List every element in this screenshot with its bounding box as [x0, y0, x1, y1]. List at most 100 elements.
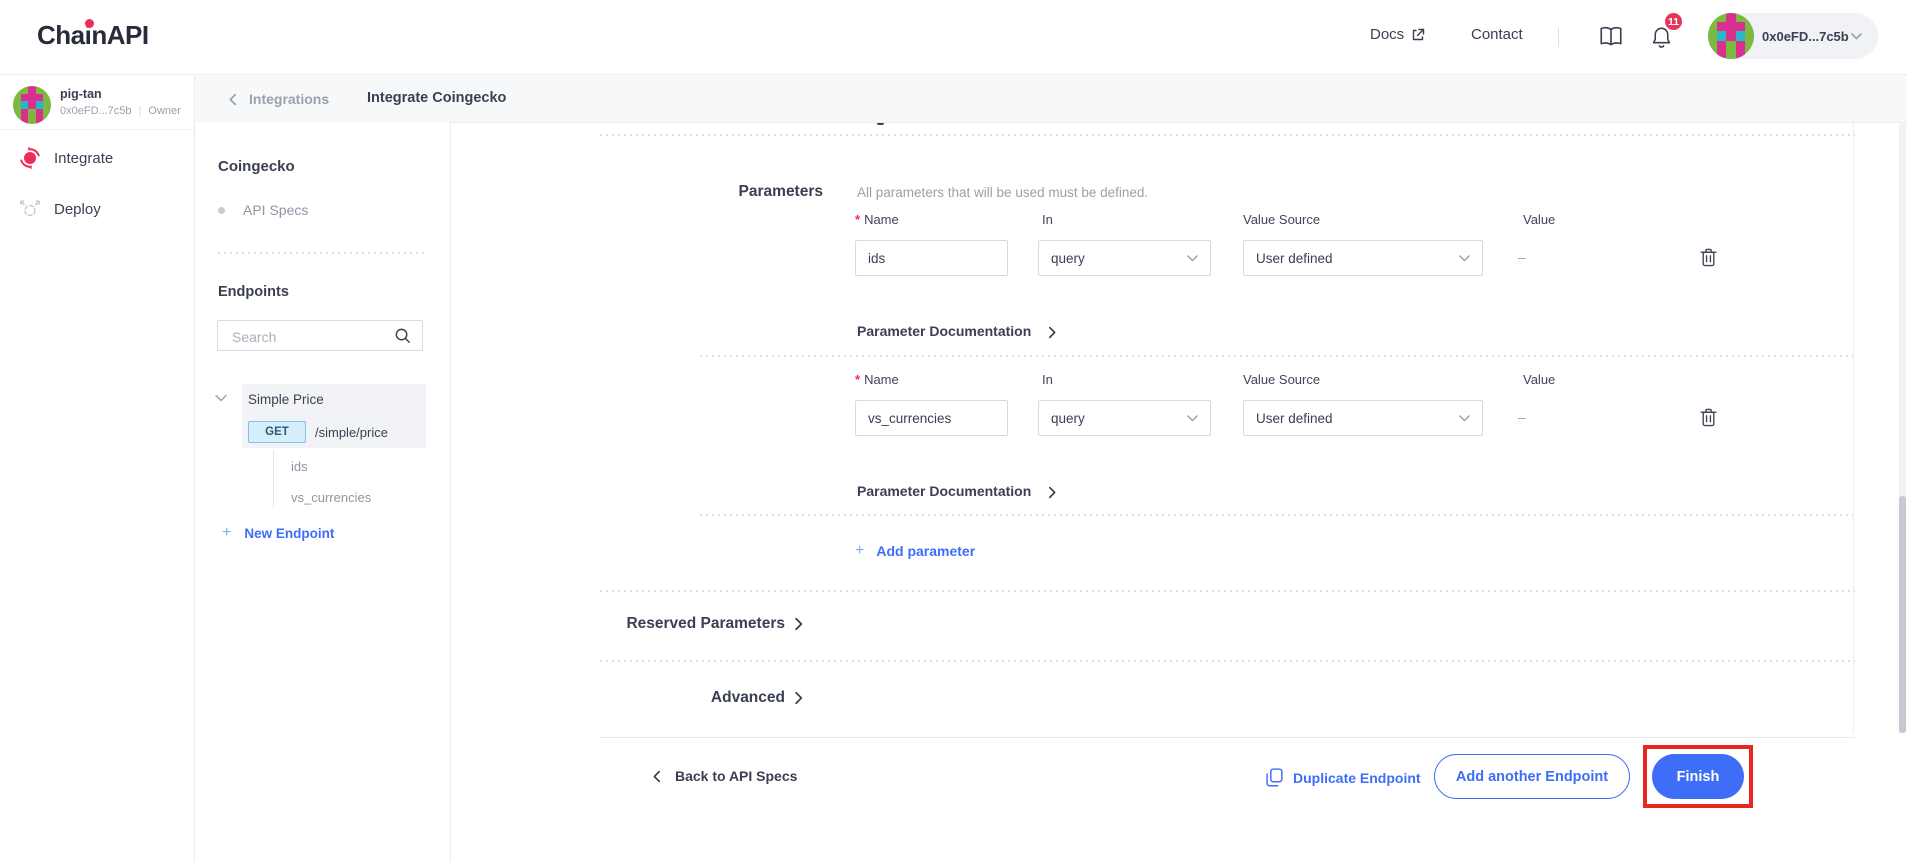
bullet-icon: [218, 207, 225, 214]
content-right-border: [1853, 122, 1854, 733]
chevron-down-icon: [1187, 415, 1198, 422]
sidebar-item-integrate-label: Integrate: [54, 150, 113, 167]
chevron-down-icon: [1851, 33, 1862, 40]
sidebar-divider: [0, 129, 194, 130]
user-separator: |: [139, 105, 142, 117]
value-source-column-label: Value Source: [1243, 212, 1320, 227]
tree-item-param[interactable]: vs_currencies: [291, 490, 371, 505]
header-divider: [1558, 28, 1559, 47]
breadcrumb: Integrations Integrate Coingecko: [194, 74, 1907, 123]
value-column-label: Value: [1523, 372, 1555, 387]
contact-link[interactable]: Contact: [1471, 26, 1523, 43]
chevron-right-icon: [1048, 326, 1057, 339]
api-specs-link[interactable]: API Specs: [218, 202, 308, 218]
advanced-toggle[interactable]: Advanced: [600, 689, 785, 707]
param-value-placeholder: –: [1518, 249, 1526, 265]
user-name: pig-tan: [60, 87, 102, 101]
tree-guide-line: [273, 450, 274, 507]
notification-badge: 11: [1663, 11, 1684, 32]
new-endpoint-button[interactable]: + New Endpoint: [222, 524, 334, 542]
sidebar-item-deploy-label: Deploy: [54, 201, 101, 218]
chevron-down-icon: [1459, 415, 1470, 422]
chevron-left-icon: [652, 770, 661, 783]
parameter-documentation-toggle[interactable]: Parameter Documentation: [857, 323, 1031, 339]
endpoints-heading: Endpoints: [218, 284, 289, 300]
name-column-label: * Name: [855, 372, 899, 387]
endpoint-group-label[interactable]: Simple Price: [248, 392, 324, 407]
back-to-api-specs-link[interactable]: Back to API Specs: [652, 768, 797, 784]
parameters-section-title: Parameters: [700, 183, 823, 201]
in-column-label: In: [1042, 212, 1053, 227]
required-mark: *: [855, 212, 860, 227]
breadcrumb-back[interactable]: Integrations: [228, 91, 329, 107]
plus-icon: +: [222, 524, 231, 542]
integration-title: Coingecko: [218, 158, 295, 175]
param-in-select[interactable]: query: [1038, 400, 1211, 436]
param-value-source-select[interactable]: User defined: [1243, 240, 1483, 276]
method-badge[interactable]: GET: [248, 421, 306, 443]
avatar: [13, 86, 51, 124]
duplicate-endpoint-button[interactable]: Duplicate Endpoint: [1266, 768, 1421, 787]
plus-icon: +: [855, 542, 864, 560]
top-header: ChainAPI Docs Contact 11 0x0eFD...7c5b: [0, 0, 1907, 75]
add-another-endpoint-button[interactable]: Add another Endpoint: [1434, 754, 1630, 799]
section-dotted-divider: [600, 590, 1855, 592]
param-name-input[interactable]: [855, 400, 1008, 436]
deploy-icon: [17, 195, 43, 221]
search-input[interactable]: [230, 325, 384, 348]
sidebar-item-integrate[interactable]: Integrate: [0, 136, 194, 184]
new-endpoint-label: New Endpoint: [244, 526, 334, 541]
user-address: 0x0eFD...7c5b: [60, 105, 132, 117]
wallet-menu[interactable]: 0x0eFD...7c5b: [1708, 13, 1878, 59]
integrate-icon: [16, 144, 44, 172]
back-to-api-specs-label: Back to API Specs: [675, 768, 797, 784]
scrollbar-thumb[interactable]: [1899, 496, 1906, 733]
scrollbar-track: [1899, 122, 1906, 733]
add-parameter-label: Add parameter: [876, 543, 975, 559]
breadcrumb-back-label: Integrations: [249, 91, 329, 107]
param-dotted-divider: [700, 514, 1855, 516]
param-in-select[interactable]: query: [1038, 240, 1211, 276]
parameters-section-hint: All parameters that will be used must be…: [857, 185, 1148, 200]
user-profile[interactable]: pig-tan 0x0eFD...7c5b | Owner: [0, 74, 194, 130]
section-dotted-divider: [600, 134, 1855, 136]
wallet-address: 0x0eFD...7c5b: [1762, 29, 1849, 44]
reserved-parameters-toggle[interactable]: Reserved Parameters: [600, 615, 785, 633]
contact-label: Contact: [1471, 26, 1523, 43]
endpoint-panel: Coingecko API Specs Endpoints Simple Pri…: [194, 122, 451, 862]
search-icon: [394, 327, 411, 344]
param-dotted-divider: [700, 355, 1855, 357]
chevron-down-icon[interactable]: [215, 394, 227, 402]
value-source-column-label: Value Source: [1243, 372, 1320, 387]
required-mark: *: [855, 372, 860, 387]
add-parameter-button[interactable]: + Add parameter: [855, 542, 975, 560]
user-role: Owner: [148, 105, 180, 117]
panel-dotted-divider: [218, 252, 427, 254]
docs-book-icon[interactable]: [1598, 25, 1624, 48]
sidebar-item-deploy[interactable]: Deploy: [0, 186, 194, 234]
highlight-annotation-box: [1643, 745, 1753, 808]
value-column-label: Value: [1523, 212, 1555, 227]
trash-icon[interactable]: [1700, 248, 1717, 267]
external-link-icon: [1411, 28, 1425, 42]
endpoint-search[interactable]: [217, 320, 423, 351]
docs-link[interactable]: Docs: [1370, 26, 1425, 43]
api-specs-label: API Specs: [243, 202, 308, 218]
copy-icon: [1266, 768, 1283, 787]
trash-icon[interactable]: [1700, 408, 1717, 427]
chevron-right-icon: [1048, 486, 1057, 499]
section-dotted-divider: [600, 660, 1855, 662]
chevron-left-icon: [228, 93, 237, 106]
tree-item-param[interactable]: ids: [291, 459, 308, 474]
param-name-input[interactable]: [855, 240, 1008, 276]
chevron-down-icon: [1187, 255, 1198, 262]
param-value-placeholder: –: [1518, 409, 1526, 425]
chevron-right-icon: [794, 617, 804, 631]
param-value-source-select[interactable]: User defined: [1243, 400, 1483, 436]
endpoint-path[interactable]: /simple/price: [315, 425, 388, 440]
name-column-label: * Name: [855, 212, 899, 227]
brand-logo-dot: [85, 19, 94, 28]
parameter-documentation-toggle[interactable]: Parameter Documentation: [857, 483, 1031, 499]
avatar: [1708, 13, 1754, 59]
in-column-label: In: [1042, 372, 1053, 387]
